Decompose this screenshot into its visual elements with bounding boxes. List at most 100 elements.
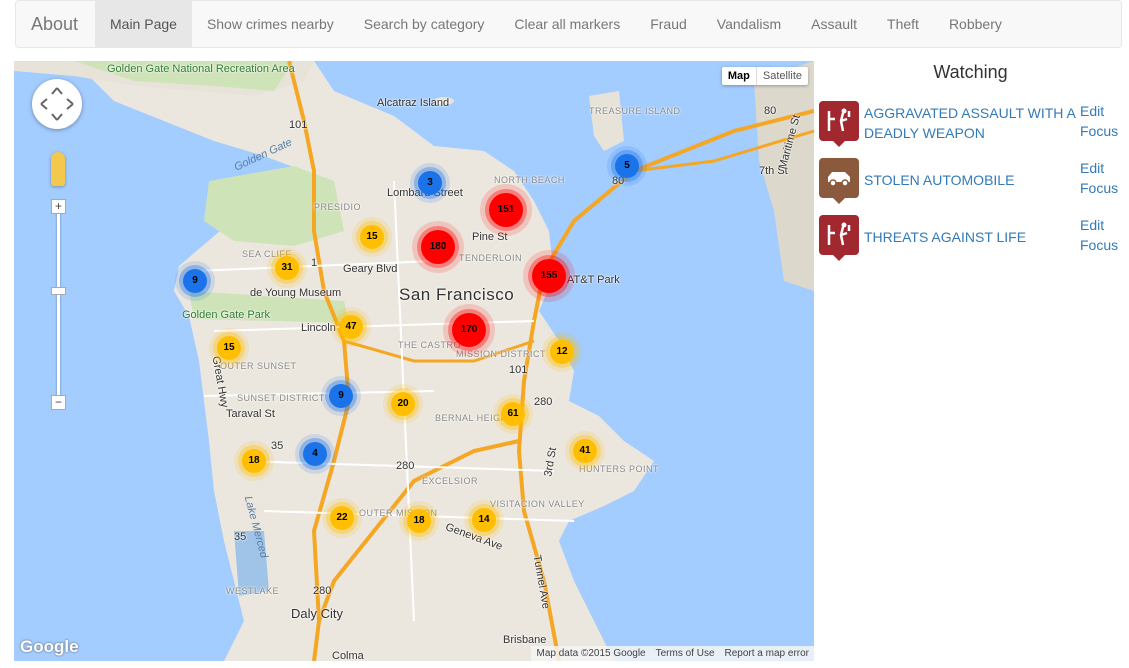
nav-show-crimes-nearby[interactable]: Show crimes nearby [192,1,349,48]
nav-main-page[interactable]: Main Page [95,1,192,48]
route-shield-280-east: 280 [534,396,553,408]
route-shield-101-north: 101 [289,119,308,131]
cluster-marker[interactable]: 14 [472,508,496,532]
map-label-brisbane: Brisbane [503,634,547,646]
route-shield-101-south: 101 [509,364,528,376]
watching-edit-link[interactable]: Edit [1080,101,1104,121]
route-shield-280-south: 280 [313,585,332,597]
map-label-presidio: PRESIDIO [314,202,362,212]
navbar: About Main Page Show crimes nearby Searc… [15,0,1122,48]
cluster-marker[interactable]: 61 [501,402,525,426]
cluster-marker[interactable]: 180 [421,230,455,264]
map-label-mission: MISSION DISTRICT [456,349,547,359]
cluster-marker[interactable]: 9 [183,269,207,293]
map-label-hunters-point: HUNTERS POINT [579,464,660,474]
watching-focus-link[interactable]: Focus [1080,121,1118,141]
map-label-san-francisco: San Francisco [399,285,515,304]
map-label-taraval: Taraval St [226,408,275,420]
nav-robbery[interactable]: Robbery [934,1,1017,48]
cluster-marker[interactable]: 22 [330,506,354,530]
map-label-outer-sunset: OUTER SUNSET [220,361,297,371]
map-attribution: Map data ©2015 Google Terms of Use Repor… [531,646,814,661]
cluster-marker[interactable]: 9 [329,384,353,408]
cluster-marker[interactable]: 170 [452,313,486,347]
route-shield-35-north: 35 [271,440,284,452]
nav-assault[interactable]: Assault [796,1,872,48]
watching-item-name[interactable]: AGGRAVATED ASSAULT WITH A DEADLY WEAPON [864,103,1079,143]
map-label-alcatraz: Alcatraz Island [377,97,450,109]
map-label-sunset-district: SUNSET DISTRICT [237,393,325,403]
zoom-in-button[interactable]: + [51,199,66,214]
brand-about-link[interactable]: About [16,1,93,48]
nav-theft[interactable]: Theft [872,1,934,48]
map-label-geary-blvd: Geary Blvd [343,263,398,275]
zoom-slider-thumb[interactable] [51,287,66,295]
map-data-credit: Map data ©2015 Google [536,648,646,659]
pan-arrows-icon [40,87,74,121]
map-label-castro: THE CASTRO [398,340,462,350]
cluster-marker[interactable]: 12 [550,340,574,364]
cluster-marker[interactable]: 18 [407,509,431,533]
map-label-gg-park: Golden Gate Park [182,309,271,321]
cluster-marker[interactable]: 3 [418,171,442,195]
cluster-marker[interactable]: 41 [573,439,597,463]
assault-icon [819,101,859,147]
cluster-marker[interactable]: 155 [532,259,566,293]
cluster-marker[interactable]: 151 [489,193,523,227]
map-label-att-park: AT&T Park [567,274,620,286]
report-map-error-link[interactable]: Report a map error [720,646,814,661]
assault-icon [819,215,859,261]
map-label-colma: Colma [332,650,364,661]
map-label-tenderloin: TENDERLOIN [459,253,523,263]
map-label-treasure-island: TREASURE ISLAND [589,106,681,116]
nav-menu: Main Page Show crimes nearby Search by c… [95,1,1017,48]
map-label-visitacion: VISITACION VALLEY [490,499,585,509]
watching-item-name[interactable]: STOLEN AUTOMOBILE [864,170,1079,190]
map-type-control: Map Satellite [721,67,808,85]
nav-vandalism[interactable]: Vandalism [702,1,796,48]
map-label-north-beach: NORTH BEACH [494,175,565,185]
terms-of-use-link[interactable]: Terms of Use [651,646,720,661]
route-shield-35-south: 35 [234,531,247,543]
google-logo[interactable]: Google [20,637,79,657]
street-view-pegman-icon[interactable] [51,152,65,186]
watching-item-name[interactable]: THREATS AGAINST LIFE [864,227,1079,247]
route-shield-80-east: 80 [764,105,777,117]
watching-title: Watching [933,62,1008,82]
zoom-slider-track[interactable] [57,201,60,406]
watching-panel: Watching AGGRAVATED ASSAULT WITH A DEADL… [819,61,1122,261]
map-label-pine-st: Pine St [472,231,508,243]
map-type-satellite-button[interactable]: Satellite [757,67,808,85]
cluster-marker[interactable]: 5 [615,154,639,178]
map-label-gg-nra: Golden Gate National Recreation Area [107,63,295,75]
route-shield-280-mid: 280 [396,460,415,472]
watching-item: THREATS AGAINST LIFE Edit Focus [819,215,1122,263]
cluster-marker[interactable]: 18 [242,449,266,473]
cluster-marker[interactable]: 47 [339,315,363,339]
nav-clear-all-markers[interactable]: Clear all markers [499,1,635,48]
watching-focus-link[interactable]: Focus [1080,178,1118,198]
watching-edit-link[interactable]: Edit [1080,215,1104,235]
map-label-daly-city: Daly City [291,606,344,621]
watching-item: AGGRAVATED ASSAULT WITH A DEADLY WEAPON … [819,101,1122,149]
cluster-marker[interactable]: 20 [391,392,415,416]
cluster-marker[interactable]: 31 [275,256,299,280]
watching-item: STOLEN AUTOMOBILE Edit Focus [819,158,1122,206]
nav-fraud[interactable]: Fraud [635,1,702,48]
crime-map[interactable]: Map Satellite + − Golden Gate National R… [14,61,814,661]
map-label-westlake: WESTLAKE [226,586,280,596]
zoom-out-button[interactable]: − [51,395,66,410]
watching-edit-link[interactable]: Edit [1080,158,1104,178]
nav-search-by-category[interactable]: Search by category [349,1,500,48]
map-type-map-button[interactable]: Map [722,67,757,85]
route-shield-1: 1 [311,257,318,269]
map-label-de-young: de Young Museum [250,287,342,299]
cluster-marker[interactable]: 15 [360,225,384,249]
car-icon [819,158,859,204]
map-label-excelsior: EXCELSIOR [422,476,479,486]
pan-control[interactable] [32,79,82,129]
watching-focus-link[interactable]: Focus [1080,235,1118,255]
cluster-marker[interactable]: 4 [303,442,327,466]
map-base-layer [14,61,814,661]
cluster-marker[interactable]: 15 [217,336,241,360]
